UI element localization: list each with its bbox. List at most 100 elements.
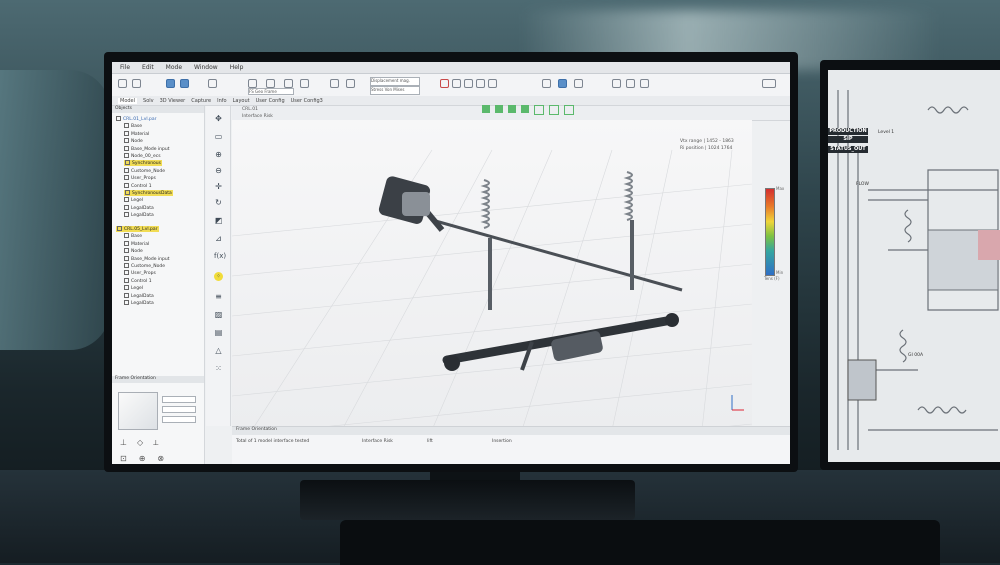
tree-item[interactable]: Base_Mode input — [124, 145, 169, 152]
new-file-icon[interactable] — [118, 79, 127, 88]
tree-item[interactable]: Base_Mode input — [124, 255, 169, 262]
viewport-scene: Vtx range | 1452 - 1863 Ri position | 10… — [232, 138, 752, 426]
section-icon[interactable] — [558, 79, 567, 88]
tab-capture[interactable]: Capture — [191, 98, 211, 104]
warning-icon[interactable]: △ — [214, 346, 223, 355]
tree-item[interactable]: LegalData — [124, 204, 154, 211]
tree-item[interactable]: Node — [124, 138, 143, 144]
tree-item[interactable]: Control 1 — [124, 182, 152, 189]
tree-item-label: SynchronousData — [132, 191, 172, 196]
tree-item[interactable]: LegalData — [124, 300, 154, 306]
material-icon[interactable]: ◩ — [214, 216, 223, 225]
menu-mode[interactable]: Mode — [166, 64, 182, 71]
lighting-icon[interactable] — [626, 79, 635, 88]
stress-select[interactable]: Stress Von Mises — [370, 86, 420, 95]
tree-item[interactable]: Custome_Node — [124, 167, 165, 174]
grid-icon[interactable]: ⁙ — [214, 364, 223, 373]
menu-window[interactable]: Window — [194, 64, 218, 71]
tree-item[interactable]: LegalData — [124, 292, 154, 299]
function-icon[interactable]: f(x) — [214, 252, 226, 261]
tree-item[interactable]: Node — [124, 248, 143, 254]
zoom-icon[interactable] — [266, 79, 275, 88]
section-view-icon[interactable]: ⊿ — [214, 234, 223, 243]
snap-tool-icons[interactable]: ⊡⊕⊗ — [120, 454, 176, 463]
tab-user-config-3[interactable]: User Config3 — [291, 98, 323, 104]
zoom-out-icon[interactable]: ⊖ — [214, 166, 223, 175]
move-icon[interactable]: ✥ — [214, 114, 223, 123]
red-tool-icon[interactable] — [440, 79, 449, 88]
tree-item[interactable]: Synchronous — [124, 160, 163, 167]
tree-item[interactable]: Base — [124, 123, 142, 129]
measure-icon[interactable] — [542, 79, 551, 88]
move-tool-icon[interactable] — [452, 79, 461, 88]
mode-select[interactable]: FS Geo Frame — [248, 88, 294, 95]
tree-item[interactable]: User_Props — [124, 175, 156, 181]
tree-item[interactable]: SynchronousData — [124, 190, 173, 196]
tree-item[interactable]: Base — [124, 233, 142, 239]
tree-item[interactable]: Material — [124, 240, 149, 247]
save-as-icon[interactable] — [180, 79, 189, 88]
menu-file[interactable]: File — [120, 64, 130, 71]
result-select[interactable]: Displacement mag. — [370, 77, 420, 86]
select-box-icon[interactable] — [248, 79, 257, 88]
rotation-y-input[interactable] — [162, 406, 196, 413]
tab-layout[interactable]: Layout — [233, 98, 250, 104]
settings-icon[interactable] — [208, 79, 217, 88]
pan-icon[interactable]: ✛ — [214, 182, 223, 191]
mesh-icon[interactable] — [574, 79, 583, 88]
view-mode-points-icon[interactable] — [549, 105, 559, 115]
open-file-icon[interactable] — [132, 79, 141, 88]
window-control-icon[interactable] — [762, 79, 776, 88]
tree-item-label: LegalData — [131, 213, 154, 219]
tree-item[interactable]: CRL.05_Lvl.par — [116, 226, 159, 232]
tree-item[interactable]: Node_00_ecs — [124, 153, 161, 159]
tree-item[interactable]: LegalData — [124, 212, 154, 218]
rotation-z-input[interactable] — [162, 416, 196, 423]
image-icon[interactable]: ▨ — [214, 310, 223, 319]
axis-toggle-icons[interactable]: ⊥◇⟂ — [120, 438, 168, 448]
camera-icon[interactable] — [640, 79, 649, 88]
orientation-cube[interactable] — [118, 392, 158, 430]
mirror-tool-icon[interactable] — [488, 79, 497, 88]
menu-edit[interactable]: Edit — [142, 64, 154, 71]
3d-viewport[interactable]: Vtx range | 1452 - 1863 Ri position | 10… — [232, 120, 752, 426]
layers-icon[interactable]: ▤ — [214, 328, 223, 337]
view-mode-solid-icon[interactable] — [482, 105, 490, 113]
zoom-in-icon[interactable]: ⊕ — [214, 150, 223, 159]
ruler-icon[interactable]: ≡ — [214, 292, 223, 301]
render-icon[interactable] — [612, 79, 621, 88]
tree-item[interactable]: Material — [124, 130, 149, 137]
undo-icon[interactable] — [330, 79, 339, 88]
redo-icon[interactable] — [346, 79, 355, 88]
rotation-x-input[interactable] — [162, 396, 196, 403]
tree-item-label: CRL.05_Lvl.par — [124, 227, 158, 232]
viewport-tab[interactable]: CRL.01 — [242, 107, 258, 112]
tab-user-config[interactable]: User Config — [256, 98, 285, 104]
color-legend-tick: Min — [776, 270, 784, 275]
rotate-icon[interactable]: ↻ — [214, 198, 223, 207]
window-icon[interactable]: ▭ — [214, 132, 223, 141]
view-mode-shaded-icon[interactable] — [508, 105, 516, 113]
tree-item-label: Custome_Node — [131, 264, 166, 269]
view-mode-wire-icon[interactable] — [495, 105, 503, 113]
tree-item[interactable]: Control 1 — [124, 277, 152, 284]
close-icon[interactable] — [300, 79, 309, 88]
view-mode-edge-icon[interactable] — [534, 105, 544, 115]
tab-solv[interactable]: Solv — [143, 98, 154, 104]
tree-item[interactable]: CRL.01_Lvl.par — [116, 116, 157, 122]
tab-info[interactable]: Info — [217, 98, 226, 104]
tree-item[interactable]: Custome_Node — [124, 263, 165, 269]
menu-help[interactable]: Help — [230, 64, 244, 71]
scale-tool-icon[interactable] — [476, 79, 485, 88]
points-icon[interactable]: ⁘ — [214, 272, 223, 281]
tree-item[interactable]: Legel — [124, 285, 143, 291]
tab-model[interactable]: Model — [118, 97, 138, 104]
target-icon[interactable] — [284, 79, 293, 88]
tree-item[interactable]: Legel — [124, 197, 143, 203]
rotate-tool-icon[interactable] — [464, 79, 473, 88]
view-mode-normals-icon[interactable] — [564, 105, 574, 115]
view-mode-xray-icon[interactable] — [521, 105, 529, 113]
save-icon[interactable] — [166, 79, 175, 88]
tree-item[interactable]: User_Props — [124, 270, 156, 276]
tab-3d-viewer[interactable]: 3D Viewer — [160, 98, 186, 104]
